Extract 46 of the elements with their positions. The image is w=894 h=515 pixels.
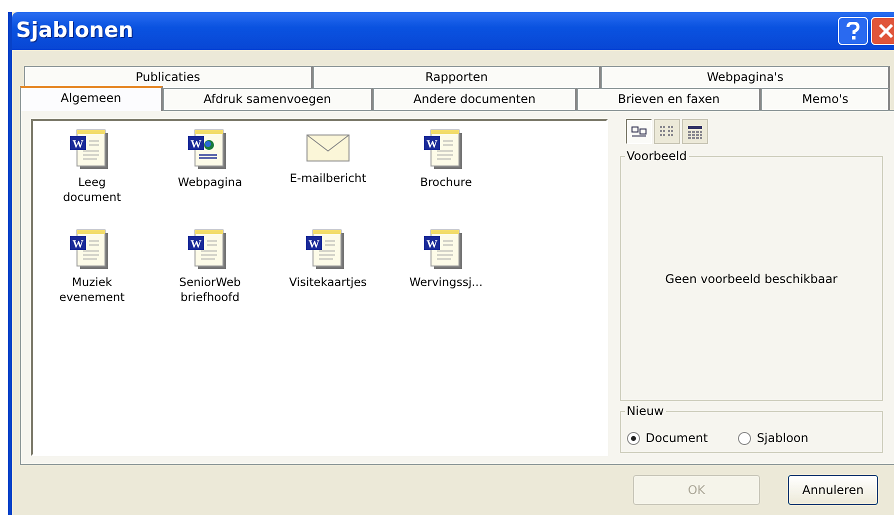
view-button[interactable] [626,119,652,144]
word-document-icon [70,230,108,269]
radio-button[interactable] [738,432,751,444]
tab[interactable]: Publicaties [24,66,313,88]
details-view-icon [686,124,703,140]
template-item[interactable]: Brochure [420,175,472,190]
tab[interactable]: Andere documenten [372,88,578,110]
template-item[interactable]: Webpagina [178,175,242,190]
word-document-icon [306,230,344,269]
window-title: Sjablonen [16,17,134,44]
word-document-icon [424,230,462,269]
close-button[interactable] [871,17,894,45]
word-document-icon [70,130,108,169]
view-button[interactable] [654,119,680,144]
icon-letter: W [72,238,84,250]
web-document-icon [188,130,226,169]
word-document-icon [188,230,226,269]
close-icon [878,23,894,39]
word-document-icon [424,130,462,169]
template-item[interactable]: SeniorWeb briefhoofd [160,275,260,305]
icon-letter: W [426,138,438,150]
icon-letter: W [308,238,320,250]
large-icons-icon [630,124,647,140]
radio-label[interactable]: Document [646,429,708,447]
preview-message: Geen voorbeeld beschikbaar [665,270,838,288]
icon-letter: W [190,138,202,150]
tab[interactable]: Rapporten [312,66,602,88]
icon-letter: W [426,238,438,250]
help-icon [846,22,860,40]
help-button[interactable] [838,17,868,45]
tab[interactable]: Brieven en faxen [577,88,762,110]
template-item[interactable]: E-mailbericht [290,171,366,186]
tab[interactable]: Webpagina's [601,66,890,88]
template-item[interactable]: Visitekaartjes [289,275,367,290]
tab[interactable]: Algemeen [20,86,163,111]
template-item[interactable]: Muziek evenement [42,275,142,305]
view-button[interactable] [682,119,708,144]
icon-letter: W [72,138,84,150]
icon-letter: W [190,238,202,250]
tab[interactable]: Memo's [761,88,890,110]
tab[interactable]: Afdruk samenvoegen [162,88,373,110]
template-item[interactable]: Wervingssj... [409,275,483,290]
radio-label[interactable]: Sjabloon [756,429,808,447]
template-item[interactable]: Leeg document [42,175,142,205]
cancel-button[interactable]: Annuleren [788,475,878,505]
radio-button[interactable] [626,432,640,444]
